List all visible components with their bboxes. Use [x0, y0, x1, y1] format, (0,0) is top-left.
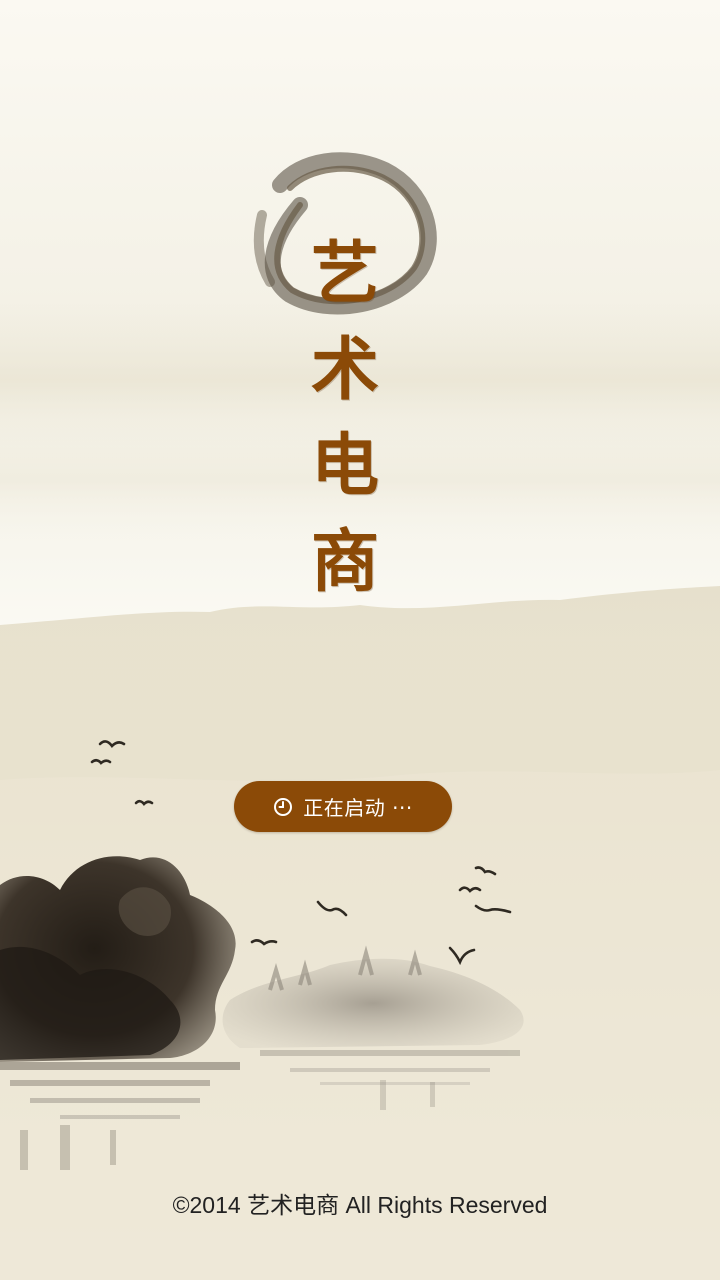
app-title-char: 商 [310, 522, 379, 602]
app-title-char: 术 [310, 330, 379, 410]
ink-landscape-background [0, 152, 720, 1280]
app-title-vertical: 艺 术 电 商 [300, 226, 390, 610]
app-title-char: 艺 [310, 234, 379, 314]
copyright-footer: ©2014 艺术电商 All Rights Reserved [172, 1192, 548, 1218]
loading-status-text: 正在启动 ··· [303, 796, 413, 820]
app-title-char: 电 [310, 426, 379, 506]
loading-status-pill: 正在启动 ··· [234, 781, 452, 832]
splash-screen: 艺 术 电 商 正在启动 ··· ©2014 艺术电商 All Rights R… [0, 0, 720, 1280]
clock-icon [273, 797, 293, 817]
